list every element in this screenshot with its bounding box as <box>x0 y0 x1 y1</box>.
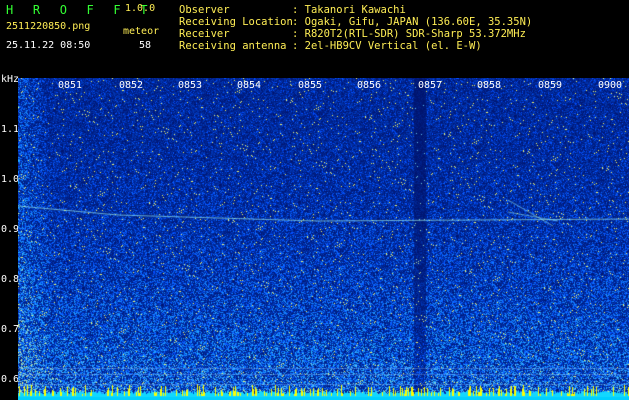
y-tick-0.6: 0.6 <box>1 374 20 385</box>
x-tick-0856: 0856 <box>357 80 382 91</box>
x-tick-0855: 0855 <box>298 80 323 91</box>
y-tick-1.0: 1.0 <box>1 174 20 185</box>
antenna-value: : 2el-HB9CV Vertical (el. E-W) <box>292 40 482 52</box>
observer-label: Observer <box>179 4 230 16</box>
meteor-count: 58 <box>139 40 152 51</box>
meteor-label: meteor <box>123 26 160 37</box>
file-name: 2511220850.png <box>6 21 91 32</box>
y-tick-0.8: 0.8 <box>1 274 20 285</box>
spectrogram <box>18 78 629 400</box>
y-tick-1.1: 1.1 <box>1 124 20 135</box>
x-tick-0857: 0857 <box>418 80 443 91</box>
antenna-label: Receiving antenna <box>179 40 287 52</box>
x-tick-0859: 0859 <box>538 80 563 91</box>
observer-value: : Takanori Kawachi <box>292 4 406 16</box>
date-time: 25.11.22 08:50 <box>6 40 91 51</box>
x-tick-0858: 0858 <box>477 80 502 91</box>
receiver-label: Receiver <box>179 28 230 40</box>
y-tick-0.9: 0.9 <box>1 224 20 235</box>
version-label: 1.0.0 <box>125 3 156 14</box>
receiver-value: : R820T2(RTL-SDR) SDR-Sharp 53.372MHz <box>292 28 526 40</box>
x-tick-0853: 0853 <box>178 80 203 91</box>
x-tick-0854: 0854 <box>237 80 262 91</box>
location-value: : Ogaki, Gifu, JAPAN (136.60E, 35.35N) <box>292 16 533 28</box>
hrofft-window: H R O F F T 1.0.0 2511220850.png meteor … <box>0 0 629 400</box>
x-tick-0851: 0851 <box>58 80 83 91</box>
x-tick-0900: 0900 <box>598 80 623 91</box>
frequency-unit-label: kHz <box>1 74 20 85</box>
y-tick-0.7: 0.7 <box>1 324 20 335</box>
location-label: Receiving Location <box>179 16 293 28</box>
x-tick-0852: 0852 <box>119 80 144 91</box>
